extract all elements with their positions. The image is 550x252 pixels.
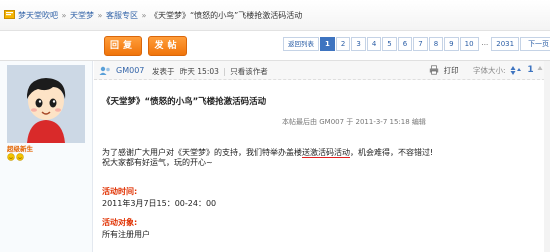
- rank-smiley-icon: [7, 153, 24, 161]
- user-rank: 超级新生: [7, 145, 33, 153]
- posted-label: 发表于: [152, 67, 175, 76]
- event-target-label: 活动对象:: [102, 218, 138, 227]
- breadcrumb-link-forum[interactable]: 梦天堂吹吧: [18, 11, 58, 20]
- page-link[interactable]: 5: [382, 37, 397, 51]
- breadcrumb-bar: 梦天堂吹吧 » 天堂梦 » 客服专区 » 《天堂梦》“愤怒的小鸟”飞楼抢激活码活…: [0, 0, 550, 31]
- avatar[interactable]: [7, 65, 85, 143]
- page-link[interactable]: 10: [459, 37, 479, 51]
- page-link[interactable]: 6: [397, 37, 413, 51]
- post-tools: 打印 字体大小: 1: [429, 65, 543, 77]
- pagination: 返回列表 1 2 3 4 5 6 7 8 9 10... 2031 下一页: [283, 37, 550, 52]
- body-text: 为了感谢广大用户对《天堂梦》的支持，我们特举办盖楼: [102, 148, 302, 157]
- print-link[interactable]: 打印: [444, 65, 459, 76]
- event-target-value: 所有注册用户: [102, 230, 150, 239]
- new-post-button[interactable]: 发帖: [148, 36, 187, 56]
- next-page-button[interactable]: 下一页: [520, 37, 550, 51]
- breadcrumb-link-service[interactable]: 客服专区: [106, 11, 138, 20]
- post-floor-number: 1: [527, 65, 534, 75]
- post-meta: 发表于 昨天 15:03 | 只看该作者: [152, 66, 268, 77]
- post-title: 《天堂梦》“愤怒的小鸟”飞楼抢激活码活动: [102, 97, 267, 107]
- post-body-line: 为了感谢广大用户对《天堂梦》的支持，我们特举办盖楼送激活码活动，机会难得，不容错…: [102, 148, 542, 158]
- page-link[interactable]: 9: [444, 37, 459, 51]
- author-sidebar: 超级新生: [0, 61, 93, 252]
- action-bar: 回复 发帖 返回列表 1 2 3 4 5 6 7 8 9 10... 2031 下一页: [0, 31, 550, 61]
- page-link-current[interactable]: 1: [320, 37, 335, 51]
- posted-time: 昨天 15:03: [179, 67, 219, 76]
- post-author[interactable]: GM007: [116, 66, 144, 75]
- breadcrumb-separator: »: [61, 11, 67, 20]
- post: GM007 发表于 昨天 15:03 | 只看该作者 打印 字体大小: 1 《天…: [94, 61, 550, 252]
- cartoon-boy-avatar-icon: [7, 65, 85, 143]
- post-body-line: 祝大家都有好运气，玩的开心~: [102, 158, 213, 167]
- page-link[interactable]: 3: [351, 37, 366, 51]
- font-size-label: 字体大小:: [473, 66, 506, 75]
- floor-icon: [537, 66, 543, 70]
- meta-separator: |: [223, 67, 226, 76]
- font-size-arrows-icon[interactable]: [510, 65, 522, 76]
- scrollbar[interactable]: [544, 61, 550, 252]
- page-link[interactable]: 7: [413, 37, 428, 51]
- breadcrumb-link-game[interactable]: 天堂梦: [70, 11, 94, 20]
- breadcrumb-separator: »: [141, 11, 147, 20]
- page-link[interactable]: 8: [428, 37, 444, 51]
- back-to-list-button[interactable]: 返回列表: [283, 37, 319, 51]
- breadcrumb: 梦天堂吹吧 » 天堂梦 » 客服专区 » 《天堂梦》“愤怒的小鸟”飞楼抢激活码活…: [18, 10, 302, 21]
- breadcrumb-separator: »: [97, 11, 103, 20]
- post-body: 为了感谢广大用户对《天堂梦》的支持，我们特举办盖楼送激活码活动，机会难得，不容错…: [102, 148, 542, 168]
- only-author-link[interactable]: 只看该作者: [230, 67, 268, 76]
- page-ellipsis: ...: [479, 37, 491, 51]
- highlighted-text: 送激活码活动: [302, 148, 350, 158]
- home-icon[interactable]: [4, 10, 15, 19]
- page-link[interactable]: 2: [335, 37, 351, 51]
- rank-stars: [7, 153, 25, 163]
- online-user-icon: [99, 66, 110, 75]
- edit-note: 本帖最后由 GM007 于 2011-3-7 15:18 编辑: [282, 118, 426, 126]
- event-time-value: 2011年3月7日15：00-24：00: [102, 199, 217, 208]
- page-link[interactable]: 4: [366, 37, 382, 51]
- post-info-bar: GM007 发表于 昨天 15:03 | 只看该作者 打印 字体大小: 1: [94, 61, 550, 80]
- page-link-last[interactable]: 2031: [491, 37, 520, 51]
- event-time-label: 活动时间:: [102, 187, 138, 196]
- body-text: ，机会难得，不容错过!: [350, 148, 434, 157]
- print-icon[interactable]: [429, 65, 439, 75]
- breadcrumb-current[interactable]: 《天堂梦》“愤怒的小鸟”飞楼抢激活码活动: [150, 11, 302, 20]
- reply-button[interactable]: 回复: [104, 36, 142, 56]
